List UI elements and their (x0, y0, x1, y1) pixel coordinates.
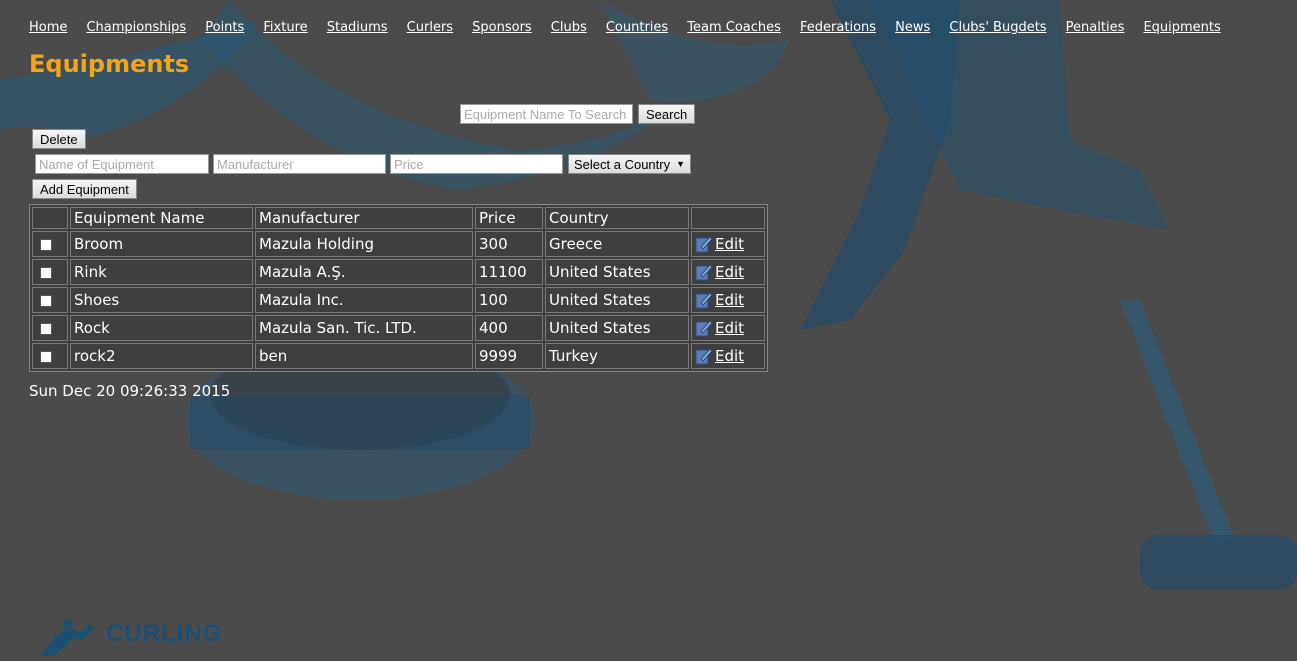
logo-text: CURLING (106, 620, 223, 647)
add-equipment-form: Select a Country ▼ (35, 154, 692, 174)
row-checkbox[interactable] (40, 238, 52, 251)
cell-manufacturer: Mazula San. Tic. LTD. (255, 315, 473, 341)
actions-header (691, 207, 765, 229)
edit-icon[interactable] (695, 263, 713, 281)
nav-points[interactable]: Points (205, 20, 244, 35)
nav-team-coaches[interactable]: Team Coaches (687, 20, 781, 35)
nav-equipments[interactable]: Equipments (1143, 20, 1220, 35)
table-header-row: Equipment Name Manufacturer Price Countr… (32, 207, 765, 229)
manufacturer-header: Manufacturer (255, 207, 473, 229)
delete-button[interactable]: Delete (32, 129, 86, 149)
cell-price: 400 (475, 315, 543, 341)
cell-manufacturer: Mazula Inc. (255, 287, 473, 313)
cell-name: Shoes (70, 287, 253, 313)
top-navigation: Home Championships Points Fixture Stadiu… (29, 16, 1221, 35)
cell-country: Greece (545, 231, 689, 257)
add-equipment-button[interactable]: Add Equipment (32, 179, 137, 199)
table-row: rock2 ben 9999 Turkey Edit (32, 343, 765, 369)
cell-price: 300 (475, 231, 543, 257)
edit-icon[interactable] (695, 319, 713, 337)
cell-name: Rink (70, 259, 253, 285)
timestamp: Sun Dec 20 09:26:33 2015 (29, 382, 231, 400)
search-area: Search (460, 104, 696, 124)
cell-name: rock2 (70, 343, 253, 369)
cell-price: 100 (475, 287, 543, 313)
country-select-label: Select a Country (574, 156, 671, 172)
nav-curlers[interactable]: Curlers (407, 20, 453, 35)
cell-country: United States (545, 259, 689, 285)
nav-championships[interactable]: Championships (86, 20, 186, 35)
nav-clubs-budgets[interactable]: Clubs' Bugdets (949, 20, 1046, 35)
table-row: Broom Mazula Holding 300 Greece Edit (32, 231, 765, 257)
nav-sponsors[interactable]: Sponsors (472, 20, 532, 35)
cell-price: 11100 (475, 259, 543, 285)
cell-manufacturer: Mazula A.Ş. (255, 259, 473, 285)
table-row: Rock Mazula San. Tic. LTD. 400 United St… (32, 315, 765, 341)
equipment-table: Equipment Name Manufacturer Price Countr… (29, 204, 768, 372)
edit-icon[interactable] (695, 347, 713, 365)
cell-country: United States (545, 287, 689, 313)
manufacturer-field[interactable] (213, 154, 386, 174)
page-title: Equipments (29, 50, 190, 78)
nav-home[interactable]: Home (29, 20, 67, 35)
row-checkbox[interactable] (40, 266, 52, 279)
edit-icon[interactable] (695, 291, 713, 309)
cell-name: Broom (70, 231, 253, 257)
row-checkbox[interactable] (40, 350, 52, 363)
nav-countries[interactable]: Countries (606, 20, 668, 35)
price-field[interactable] (390, 154, 563, 174)
nav-stadiums[interactable]: Stadiums (327, 20, 388, 35)
select-column-header (32, 207, 68, 229)
search-button[interactable]: Search (638, 104, 696, 124)
country-header: Country (545, 207, 689, 229)
curling-logo: CURLING (38, 618, 221, 661)
cell-manufacturer: ben (255, 343, 473, 369)
edit-link[interactable]: Edit (715, 263, 744, 281)
nav-fixture[interactable]: Fixture (263, 20, 307, 35)
table-row: Shoes Mazula Inc. 100 United States Edit (32, 287, 765, 313)
edit-icon[interactable] (695, 235, 713, 253)
equipment-name-field[interactable] (35, 154, 209, 174)
table-row: Rink Mazula A.Ş. 11100 United States Edi… (32, 259, 765, 285)
cell-manufacturer: Mazula Holding (255, 231, 473, 257)
row-checkbox[interactable] (40, 322, 52, 335)
cell-country: Turkey (545, 343, 689, 369)
edit-link[interactable]: Edit (715, 347, 744, 365)
cell-country: United States (545, 315, 689, 341)
nav-penalties[interactable]: Penalties (1066, 20, 1125, 35)
nav-news[interactable]: News (895, 20, 930, 35)
cell-price: 9999 (475, 343, 543, 369)
country-select[interactable]: Select a Country ▼ (568, 154, 692, 174)
curler-silhouette-icon (40, 619, 94, 656)
equipment-name-header: Equipment Name (70, 207, 253, 229)
cell-name: Rock (70, 315, 253, 341)
edit-link[interactable]: Edit (715, 291, 744, 309)
row-checkbox[interactable] (40, 294, 52, 307)
price-header: Price (475, 207, 543, 229)
edit-link[interactable]: Edit (715, 319, 744, 337)
edit-link[interactable]: Edit (715, 235, 744, 253)
search-input[interactable] (460, 104, 633, 124)
chevron-down-icon: ▼ (676, 159, 686, 169)
nav-federations[interactable]: Federations (800, 20, 876, 35)
nav-clubs[interactable]: Clubs (551, 20, 587, 35)
